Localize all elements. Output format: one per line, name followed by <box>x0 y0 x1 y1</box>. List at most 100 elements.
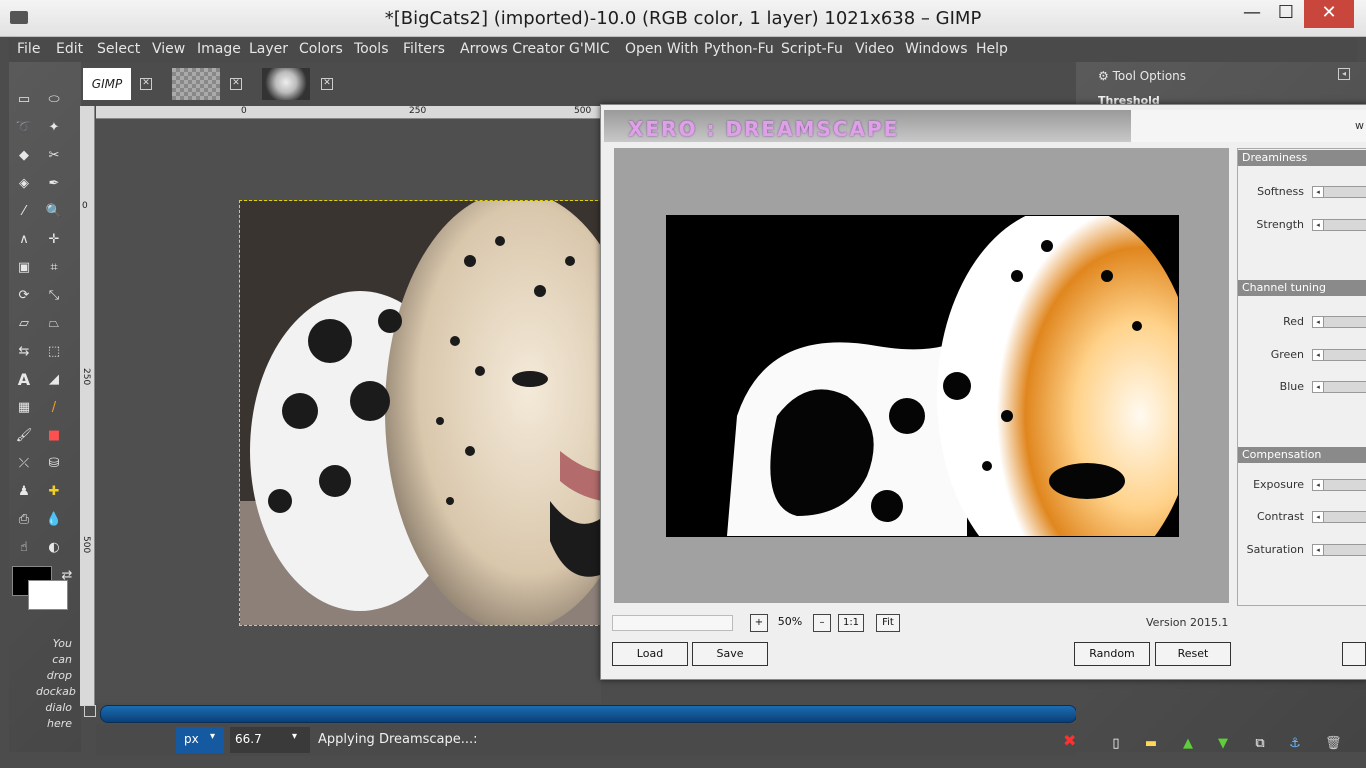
menu-arrows-creator[interactable]: Arrows Creator <box>460 41 565 57</box>
lasso-icon[interactable]: ➰ <box>15 118 33 136</box>
perspective-clone-icon[interactable]: ⎙ <box>15 510 33 528</box>
contrast-slider[interactable]: ◂ <box>1312 511 1366 523</box>
paths-icon[interactable]: ✒ <box>45 174 63 192</box>
zoom-out-button[interactable]: – <box>813 614 831 632</box>
menu-filters[interactable]: Filters <box>403 41 445 57</box>
slider-left-arrow-icon[interactable]: ◂ <box>1313 480 1324 490</box>
fuzzy-select-icon[interactable]: ✦ <box>45 118 63 136</box>
slider-left-arrow-icon[interactable]: ◂ <box>1313 545 1324 555</box>
zoom-select[interactable]: 66.7 ▾ <box>230 727 310 753</box>
slider-left-arrow-icon[interactable]: ◂ <box>1313 187 1324 197</box>
slider-left-arrow-icon[interactable]: ◂ <box>1313 512 1324 522</box>
pencil-icon[interactable]: / <box>45 398 63 416</box>
menu-edit[interactable]: Edit <box>56 41 83 57</box>
navigate-icon[interactable] <box>84 705 96 717</box>
red-slider[interactable]: ◂ <box>1312 316 1366 328</box>
zoom-icon[interactable]: 🔍 <box>45 202 63 220</box>
blue-slider[interactable]: ◂ <box>1312 381 1366 393</box>
measure-icon[interactable]: ∧ <box>15 230 33 248</box>
image-tab-gimp[interactable]: GIMP <box>83 68 131 100</box>
ellipse-select-icon[interactable]: ⬭ <box>45 90 63 108</box>
softness-slider[interactable]: ◂ <box>1312 186 1366 198</box>
zoom-in-button[interactable]: + <box>750 614 768 632</box>
clone-icon[interactable]: ♟ <box>15 482 33 500</box>
menu-colors[interactable]: Colors <box>299 41 343 57</box>
menu-windows[interactable]: Windows <box>905 41 968 57</box>
anchor-layer-icon[interactable]: ⚓ <box>1287 736 1303 752</box>
load-button[interactable]: Load <box>612 642 688 666</box>
paintbrush-icon[interactable]: 🖌 <box>15 426 33 444</box>
maximize-button[interactable]: ☐ <box>1266 0 1306 28</box>
menu-help[interactable]: Help <box>976 41 1008 57</box>
cancel-operation-icon[interactable]: ✖ <box>1063 731 1076 750</box>
ink-icon[interactable]: ⛁ <box>45 454 63 472</box>
crop-icon[interactable]: ⌗ <box>45 258 63 276</box>
tab-close-icon[interactable]: ✕ <box>321 78 333 90</box>
preview-image[interactable] <box>666 215 1179 537</box>
text-tool-icon[interactable]: A <box>15 370 33 389</box>
gradient-icon[interactable]: ▦ <box>15 398 33 416</box>
menu-open-with[interactable]: Open With <box>625 41 699 57</box>
menu-script-fu[interactable]: Script-Fu <box>781 41 843 57</box>
image-tab-transparent[interactable] <box>172 68 220 100</box>
dodge-burn-icon[interactable]: ◐ <box>45 538 63 556</box>
color-select-icon[interactable]: ◆ <box>15 146 33 164</box>
tab-close-icon[interactable]: ✕ <box>140 78 152 90</box>
horizontal-scrollbar[interactable] <box>100 705 1077 723</box>
exposure-slider[interactable]: ◂ <box>1312 479 1366 491</box>
eraser-icon[interactable]: ■ <box>45 426 63 444</box>
rect-select-icon[interactable]: ▭ <box>15 90 33 108</box>
dock-menu-icon[interactable]: ◂ <box>1338 68 1350 80</box>
bucket-fill-icon[interactable]: ◢ <box>45 370 63 388</box>
lower-layer-icon[interactable]: ▼ <box>1215 736 1231 752</box>
slider-left-arrow-icon[interactable]: ◂ <box>1313 350 1324 360</box>
airbrush-icon[interactable]: ⤫ <box>15 454 33 472</box>
menu-video[interactable]: Video <box>855 41 894 57</box>
slider-left-arrow-icon[interactable]: ◂ <box>1313 317 1324 327</box>
menu-tools[interactable]: Tools <box>354 41 389 57</box>
flip-icon[interactable]: ⇆ <box>15 342 33 360</box>
align-icon[interactable]: ▣ <box>15 258 33 276</box>
scale-icon[interactable]: ⤡ <box>45 286 63 304</box>
menu-select[interactable]: Select <box>97 41 140 57</box>
menu-layer[interactable]: Layer <box>249 41 288 57</box>
heal-icon[interactable]: ✚ <box>45 482 63 500</box>
leopard-image[interactable] <box>239 200 603 626</box>
menu-gmic[interactable]: G'MIC <box>569 41 610 57</box>
image-tab-bigcats[interactable] <box>262 68 310 100</box>
delete-layer-icon[interactable]: 🗑 <box>1325 736 1342 752</box>
zoom-1to1-button[interactable]: 1:1 <box>838 614 864 632</box>
background-color[interactable] <box>28 580 68 610</box>
rotate-icon[interactable]: ⟳ <box>15 286 33 304</box>
close-button[interactable]: ✕ <box>1304 0 1354 28</box>
random-button[interactable]: Random <box>1074 642 1150 666</box>
ok-button-partial[interactable] <box>1342 642 1366 666</box>
zoom-fit-button[interactable]: Fit <box>876 614 900 632</box>
cage-transform-icon[interactable]: ⬚ <box>45 342 63 360</box>
tool-options-tab[interactable]: ⚙ Tool Options <box>1098 69 1186 83</box>
menu-view[interactable]: View <box>152 41 185 57</box>
smudge-icon[interactable]: ☝ <box>15 538 33 556</box>
reset-button[interactable]: Reset <box>1155 642 1231 666</box>
perspective-icon[interactable]: ⏢ <box>45 314 63 332</box>
slider-left-arrow-icon[interactable]: ◂ <box>1313 220 1324 230</box>
blur-icon[interactable]: 💧 <box>45 510 63 528</box>
scissors-icon[interactable]: ✂ <box>45 146 63 164</box>
menu-file[interactable]: File <box>17 41 40 57</box>
duplicate-layer-icon[interactable]: ⧉ <box>1252 736 1268 752</box>
layer-group-icon[interactable]: ▬ <box>1143 736 1159 752</box>
raise-layer-icon[interactable]: ▲ <box>1180 736 1196 752</box>
menu-image[interactable]: Image <box>197 41 241 57</box>
strength-slider[interactable]: ◂ <box>1312 219 1366 231</box>
slider-left-arrow-icon[interactable]: ◂ <box>1313 382 1324 392</box>
unit-select[interactable]: px ▾ <box>176 727 224 753</box>
move-icon[interactable]: ✛ <box>45 230 63 248</box>
tab-close-icon[interactable]: ✕ <box>230 78 242 90</box>
foreground-select-icon[interactable]: ◈ <box>15 174 33 192</box>
shear-icon[interactable]: ▱ <box>15 314 33 332</box>
green-slider[interactable]: ◂ <box>1312 349 1366 361</box>
color-picker-icon[interactable]: ⁄ <box>15 202 33 220</box>
menu-python-fu[interactable]: Python-Fu <box>704 41 774 57</box>
saturation-slider[interactable]: ◂ <box>1312 544 1366 556</box>
save-button[interactable]: Save <box>692 642 768 666</box>
